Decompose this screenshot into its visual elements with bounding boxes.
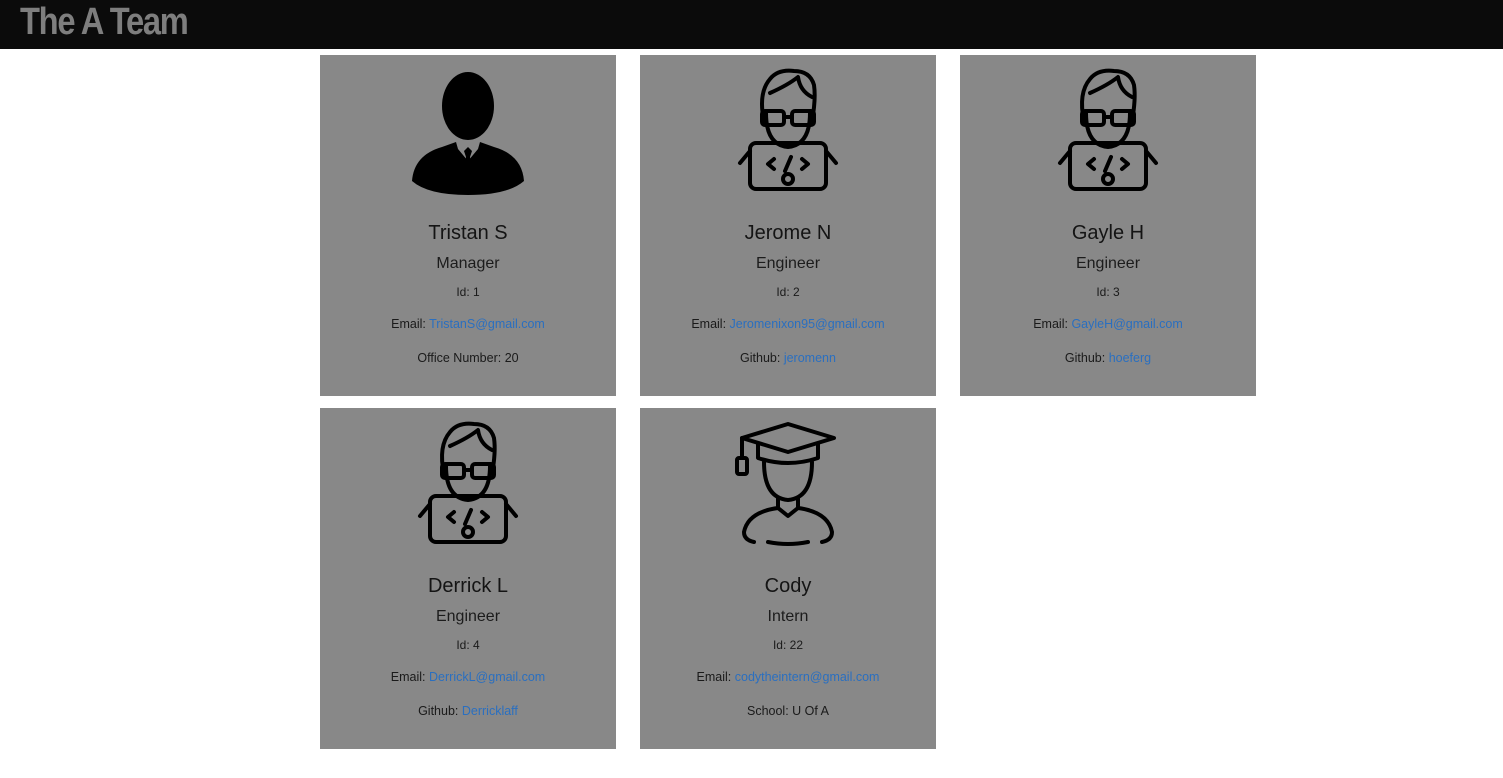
- employee-office-number: Office Number: 20: [320, 351, 616, 365]
- id-label: Id:: [772, 638, 787, 652]
- employee-github: Github: jeromenn: [640, 351, 936, 365]
- employee-github: Github: hoeferg: [960, 351, 1256, 365]
- employee-role: Engineer: [755, 255, 821, 272]
- employee-email: Email: DerrickL@gmail.com: [320, 670, 616, 684]
- engineer-icon: [418, 421, 518, 544]
- employee-github: Github: Derricklaff: [320, 704, 616, 718]
- employee-name: Cody: [764, 575, 812, 597]
- github-label: Github:: [418, 704, 459, 718]
- employee-role: Engineer: [1075, 255, 1141, 272]
- id-label: Id:: [456, 285, 470, 299]
- id-label: Id:: [776, 285, 790, 299]
- email-link[interactable]: GayleH@gmail.com: [1071, 317, 1182, 331]
- id-value: 1: [473, 285, 480, 299]
- employee-name: Derrick L: [427, 575, 508, 597]
- employee-role: Engineer: [435, 608, 501, 625]
- id-value: 2: [793, 285, 800, 299]
- employee-id: Id: 2: [640, 285, 936, 299]
- engineer-icon: [738, 68, 838, 191]
- id-label: Id:: [1096, 285, 1110, 299]
- school-label: School:: [746, 704, 789, 718]
- email-label: Email:: [390, 670, 426, 684]
- id-label: Id:: [456, 638, 470, 652]
- id-value: 3: [1113, 285, 1120, 299]
- github-link[interactable]: hoeferg: [1109, 351, 1151, 365]
- email-link[interactable]: Jeromenixon95@gmail.com: [730, 317, 885, 331]
- employee-email: Email: codytheintern@gmail.com: [640, 670, 936, 684]
- office-number-label: Office Number:: [417, 351, 502, 365]
- employee-card-jerome: Jerome N Engineer Id: 2 Email: Jeromenix…: [640, 55, 936, 396]
- office-number-value: 20: [504, 351, 519, 365]
- github-link[interactable]: Derricklaff: [462, 704, 518, 718]
- engineer-icon: [1058, 68, 1158, 191]
- employee-id: Id: 22: [640, 638, 936, 652]
- employee-card-cody: Cody Intern Id: 22 Email: codytheintern@…: [640, 408, 936, 749]
- employee-name: Tristan S: [428, 222, 508, 244]
- employee-card-tristan: Tristan S Manager Id: 1 Email: TristanS@…: [320, 55, 616, 396]
- email-label: Email:: [1033, 317, 1068, 331]
- page-title: The A Team: [20, 1, 189, 43]
- manager-icon: [412, 72, 524, 195]
- email-link[interactable]: TristanS@gmail.com: [429, 317, 545, 331]
- employee-name: Jerome N: [744, 222, 832, 244]
- github-label: Github:: [1064, 351, 1106, 365]
- employee-email: Email: TristanS@gmail.com: [320, 317, 616, 331]
- employee-email: Email: GayleH@gmail.com: [960, 317, 1256, 331]
- employee-card-derrick: Derrick L Engineer Id: 4 Email: DerrickL…: [320, 408, 616, 749]
- employee-name: Gayle H: [1071, 222, 1145, 244]
- employee-email: Email: Jeromenixon95@gmail.com: [640, 317, 936, 331]
- intern-icon: [735, 422, 836, 546]
- github-label: Github:: [740, 351, 781, 365]
- employee-role: Intern: [767, 608, 809, 625]
- github-link[interactable]: jeromenn: [784, 351, 836, 365]
- email-link[interactable]: codytheintern@gmail.com: [735, 670, 880, 684]
- employee-card-gayle: Gayle H Engineer Id: 3 Email: GayleH@gma…: [960, 55, 1256, 396]
- employee-role: Manager: [436, 255, 500, 272]
- employee-id: Id: 3: [960, 285, 1256, 299]
- id-value: 22: [789, 638, 804, 652]
- employee-id: Id: 4: [320, 638, 616, 652]
- employee-id: Id: 1: [320, 285, 616, 299]
- employee-school: School: U Of A: [640, 704, 936, 718]
- email-label: Email:: [696, 670, 732, 684]
- header-bar: The A Team: [0, 0, 1503, 49]
- email-link[interactable]: DerrickL@gmail.com: [429, 670, 545, 684]
- school-value: U Of A: [792, 704, 829, 718]
- email-label: Email:: [691, 317, 727, 331]
- id-value: 4: [473, 638, 480, 652]
- email-label: Email:: [391, 317, 426, 331]
